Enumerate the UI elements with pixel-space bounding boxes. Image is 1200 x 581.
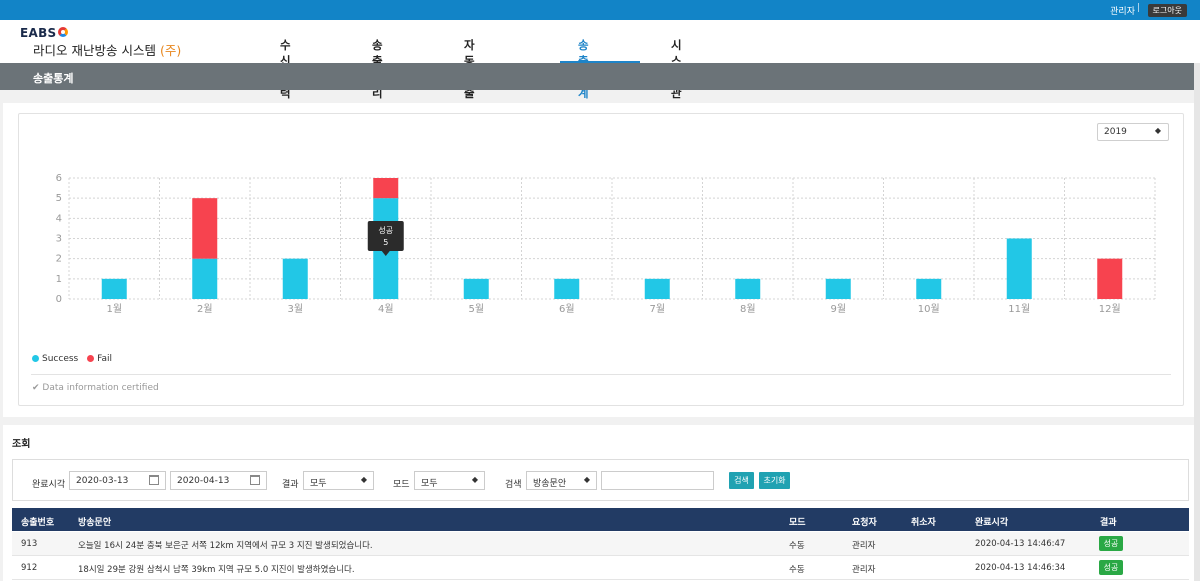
- y-tick-label: 2: [56, 254, 62, 265]
- cell-text: 18시일 29분 강원 삼척시 남쪽 39km 지역 규모 5.0 지진이 발생…: [78, 565, 355, 575]
- bar-success[interactable]: [554, 278, 580, 299]
- calendar-icon[interactable]: [149, 475, 159, 485]
- search-button[interactable]: 검색: [729, 472, 754, 489]
- certified-text: Data information certified: [42, 383, 159, 393]
- cell-requester: 관리자: [852, 565, 876, 575]
- result-label: 결과: [282, 480, 299, 490]
- y-tick-label: 4: [56, 213, 62, 224]
- search-input[interactable]: [601, 471, 714, 490]
- date-from-input[interactable]: 2020-03-13: [69, 471, 166, 490]
- bar-success[interactable]: [916, 278, 942, 299]
- certified-note: ✔ Data information certified: [32, 383, 159, 393]
- result-select-value: 모두: [310, 479, 327, 489]
- date-to-value: 2020-04-13: [177, 476, 230, 486]
- x-tick-label: 3월: [287, 303, 303, 315]
- legend-success-label: Success: [42, 354, 79, 364]
- bar-fail[interactable]: [192, 198, 218, 259]
- tooltip-label: 성공: [378, 226, 393, 235]
- bar-fail[interactable]: [373, 178, 399, 199]
- table-row[interactable]: 913 오늘일 16시 24분 충북 보은군 서쪽 12km 지역에서 규모 3…: [12, 532, 1189, 556]
- table-row[interactable]: 912 18시일 29분 강원 삼척시 남쪽 39km 지역 규모 5.0 지진…: [12, 556, 1189, 580]
- th-requester[interactable]: 요청자: [852, 515, 877, 528]
- check-icon: ✔: [32, 383, 40, 393]
- chart-divider: [31, 374, 1171, 375]
- x-tick-label: 5월: [468, 303, 484, 315]
- y-tick-label: 5: [56, 193, 62, 204]
- cell-requester: 관리자: [852, 541, 876, 551]
- mode-select[interactable]: 모두 ◆: [414, 471, 485, 490]
- x-tick-label: 12월: [1099, 303, 1121, 315]
- select-arrow-icon: ◆: [360, 475, 367, 484]
- result-select[interactable]: 모두 ◆: [303, 471, 374, 490]
- search-field-value: 방송문안: [533, 479, 567, 489]
- cell-mode: 수동: [789, 541, 805, 551]
- search-label: 검색: [505, 480, 522, 490]
- search-field-select[interactable]: 방송문안 ◆: [526, 471, 597, 490]
- th-result[interactable]: 결과: [1100, 515, 1117, 528]
- bar-success[interactable]: [282, 258, 308, 299]
- th-mode[interactable]: 모드: [789, 515, 806, 528]
- chart-x-ticks: 1월 2월 3월 4월 5월 6월 7월 8월 9월 10월 11월 12월: [106, 303, 1120, 315]
- bar-success[interactable]: [101, 278, 127, 299]
- chart-grid: [68, 177, 1156, 300]
- cell-completed: 2020-04-13 14:46:34: [975, 563, 1066, 573]
- bar-success[interactable]: [192, 258, 218, 299]
- mode-label: 모드: [393, 480, 410, 490]
- x-tick-label: 4월: [378, 303, 394, 315]
- chart-y-ticks: 0 1 2 3 4 5 6: [56, 173, 62, 305]
- x-tick-label: 8월: [740, 303, 756, 315]
- legend-success[interactable]: Success: [32, 354, 78, 364]
- cell-mode: 수동: [789, 565, 805, 575]
- x-tick-label: 11월: [1008, 303, 1030, 315]
- select-arrow-icon: ◆: [471, 475, 478, 484]
- y-tick-label: 6: [56, 173, 62, 184]
- legend-success-dot: [32, 355, 39, 362]
- th-id[interactable]: 송출번호: [21, 515, 54, 528]
- scrollbar[interactable]: [1194, 63, 1200, 581]
- y-tick-label: 1: [56, 274, 62, 285]
- bar-fail[interactable]: [1097, 258, 1123, 299]
- date-from-value: 2020-03-13: [76, 476, 129, 486]
- tooltip-value: 5: [383, 238, 388, 247]
- cell-id: 912: [21, 563, 38, 573]
- legend-fail[interactable]: Fail: [87, 354, 112, 364]
- x-tick-label: 6월: [559, 303, 575, 315]
- select-arrow-icon: ◆: [583, 475, 590, 484]
- legend-fail-label: Fail: [97, 354, 112, 364]
- bar-success[interactable]: [825, 278, 851, 299]
- reset-button[interactable]: 초기화: [759, 472, 790, 489]
- calendar-icon[interactable]: [250, 475, 260, 485]
- result-badge: 성공: [1099, 560, 1123, 575]
- mode-select-value: 모두: [421, 479, 438, 489]
- table-header: 송출번호 방송문안 모드 요청자 취소자 완료시각 결과: [12, 508, 1189, 531]
- chart-legend: Success Fail: [32, 354, 118, 364]
- th-canceler[interactable]: 취소자: [911, 515, 936, 528]
- legend-fail-dot: [87, 355, 95, 362]
- x-tick-label: 2월: [197, 303, 213, 315]
- th-text[interactable]: 방송문안: [78, 515, 111, 528]
- cell-id: 913: [21, 539, 38, 549]
- th-completed[interactable]: 완료시각: [975, 515, 1008, 528]
- y-tick-label: 3: [56, 234, 62, 245]
- chart-tooltip: 성공 5: [367, 221, 404, 256]
- complete-time-label: 완료시각: [32, 480, 66, 490]
- x-tick-label: 10월: [918, 303, 940, 315]
- x-tick-label: 7월: [649, 303, 665, 315]
- x-tick-label: 9월: [830, 303, 846, 315]
- bar-success[interactable]: [463, 278, 489, 299]
- bar-success[interactable]: [1006, 238, 1032, 300]
- x-tick-label: 1월: [106, 303, 122, 315]
- bar-success[interactable]: [644, 278, 670, 299]
- cell-completed: 2020-04-13 14:46:47: [975, 539, 1066, 549]
- cell-text: 오늘일 16시 24분 충북 보은군 서쪽 12km 지역에서 규모 3 지진 …: [78, 541, 373, 551]
- search-title: 조회: [12, 439, 31, 450]
- bar-success[interactable]: [735, 278, 761, 299]
- result-badge: 성공: [1099, 536, 1123, 551]
- y-tick-label: 0: [56, 294, 62, 305]
- date-to-input[interactable]: 2020-04-13: [170, 471, 267, 490]
